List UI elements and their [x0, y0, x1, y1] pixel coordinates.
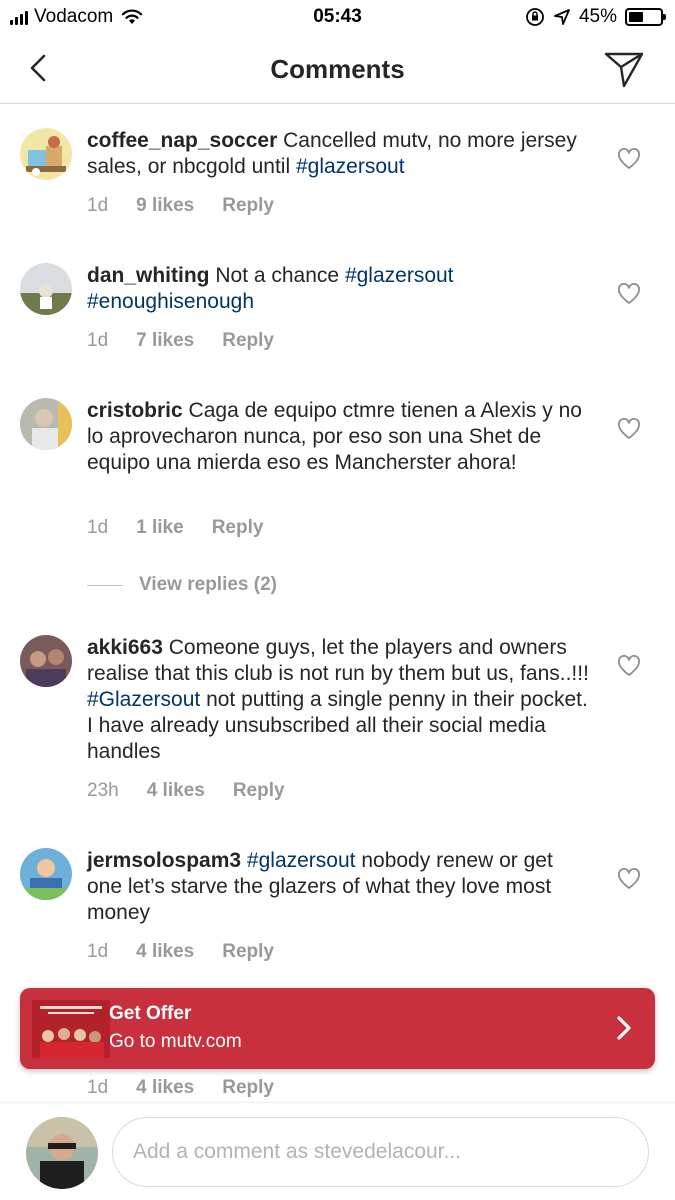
page-title: Comments — [270, 54, 405, 84]
comment-meta: 23h 4 likes Reply — [87, 780, 285, 802]
comment-body: Not a chance — [215, 264, 340, 287]
heart-icon[interactable] — [617, 418, 641, 440]
status-bar: Vodacom 05:43 45% — [0, 0, 675, 36]
comment-time: 1d — [87, 195, 109, 216]
reply-button[interactable]: Reply — [222, 195, 274, 217]
ad-thumbnail — [32, 1000, 110, 1058]
comment-time: 1d — [87, 1077, 109, 1098]
view-replies-label: View replies (2) — [139, 574, 277, 595]
avatar[interactable] — [20, 263, 72, 315]
comment-time: 1d — [87, 330, 109, 351]
comment-text: cristobric Caga de equipo ctmre tienen a… — [87, 398, 592, 476]
heart-icon[interactable] — [617, 148, 641, 170]
location-icon — [554, 9, 570, 25]
comment-text: akki663 Comeone guys, let the players an… — [87, 635, 592, 765]
comment-meta: 1d 9 likes Reply — [87, 195, 274, 217]
comment-hashtag[interactable]: #glazersout — [247, 849, 356, 872]
reply-button[interactable]: Reply — [222, 330, 274, 352]
paper-plane-icon[interactable] — [603, 48, 645, 90]
heart-icon[interactable] — [617, 283, 641, 305]
comment-time: 23h — [87, 780, 119, 801]
reply-button[interactable]: Reply — [222, 1077, 274, 1099]
heart-icon[interactable] — [617, 655, 641, 677]
avatar[interactable] — [20, 848, 72, 900]
comment-username[interactable]: cristobric — [87, 399, 183, 422]
ad-subtitle: Go to mutv.com — [109, 1031, 242, 1052]
comment-meta: 1d 1 like Reply — [87, 517, 263, 539]
comment-username[interactable]: akki663 — [87, 636, 163, 659]
avatar[interactable] — [20, 128, 72, 180]
battery-fill — [629, 12, 643, 22]
comment-time: 1d — [87, 941, 109, 962]
avatar[interactable] — [20, 635, 72, 687]
comment-username[interactable]: jermsolospam3 — [87, 849, 241, 872]
comment-likes[interactable]: 9 likes — [136, 195, 194, 217]
comment-text: coffee_nap_soccer Cancelled mutv, no mor… — [87, 128, 592, 180]
comment-username[interactable]: dan_whiting — [87, 264, 210, 287]
comment-likes[interactable]: 4 likes — [136, 941, 194, 963]
comment-likes[interactable]: 4 likes — [136, 1077, 194, 1099]
comment-hashtag[interactable]: #Glazersout — [87, 688, 200, 711]
comment-meta: 1d 4 likes Reply — [87, 1077, 274, 1099]
comment-composer — [0, 1102, 675, 1200]
comment-hashtag[interactable]: #glazersout — [296, 155, 405, 178]
battery-icon — [625, 8, 666, 26]
comment-text: dan_whiting Not a chance #glazersout #en… — [87, 263, 592, 315]
chevron-right-icon[interactable] — [615, 1015, 633, 1041]
reply-button[interactable]: Reply — [212, 517, 264, 539]
comment-body: Comeone guys, let the players and owners… — [87, 636, 589, 685]
comment-username[interactable]: coffee_nap_soccer — [87, 129, 277, 152]
ad-title: Get Offer — [109, 1003, 192, 1024]
view-replies-button[interactable]: View replies (2) — [87, 574, 277, 596]
comment-likes[interactable]: 4 likes — [147, 780, 205, 802]
comment-input[interactable] — [112, 1117, 649, 1187]
nav-bar: Comments — [0, 36, 675, 104]
view-replies-line — [87, 584, 123, 586]
battery-percent: 45% — [578, 6, 617, 27]
avatar[interactable] — [26, 1117, 98, 1189]
comment-text: jermsolospam3 #glazersout nobody renew o… — [87, 848, 592, 926]
comment-likes[interactable]: 1 like — [136, 517, 184, 539]
avatar[interactable] — [20, 398, 72, 450]
comment-likes[interactable]: 7 likes — [136, 330, 194, 352]
comment-meta: 1d 4 likes Reply — [87, 941, 274, 963]
reply-button[interactable]: Reply — [233, 780, 285, 802]
comment-meta: 1d 7 likes Reply — [87, 330, 274, 352]
heart-icon[interactable] — [617, 868, 641, 890]
ad-banner[interactable]: Get Offer Go to mutv.com — [20, 988, 655, 1069]
reply-button[interactable]: Reply — [222, 941, 274, 963]
status-right: 45% — [525, 6, 666, 28]
orientation-lock-icon — [526, 8, 544, 26]
comment-time: 1d — [87, 517, 109, 538]
